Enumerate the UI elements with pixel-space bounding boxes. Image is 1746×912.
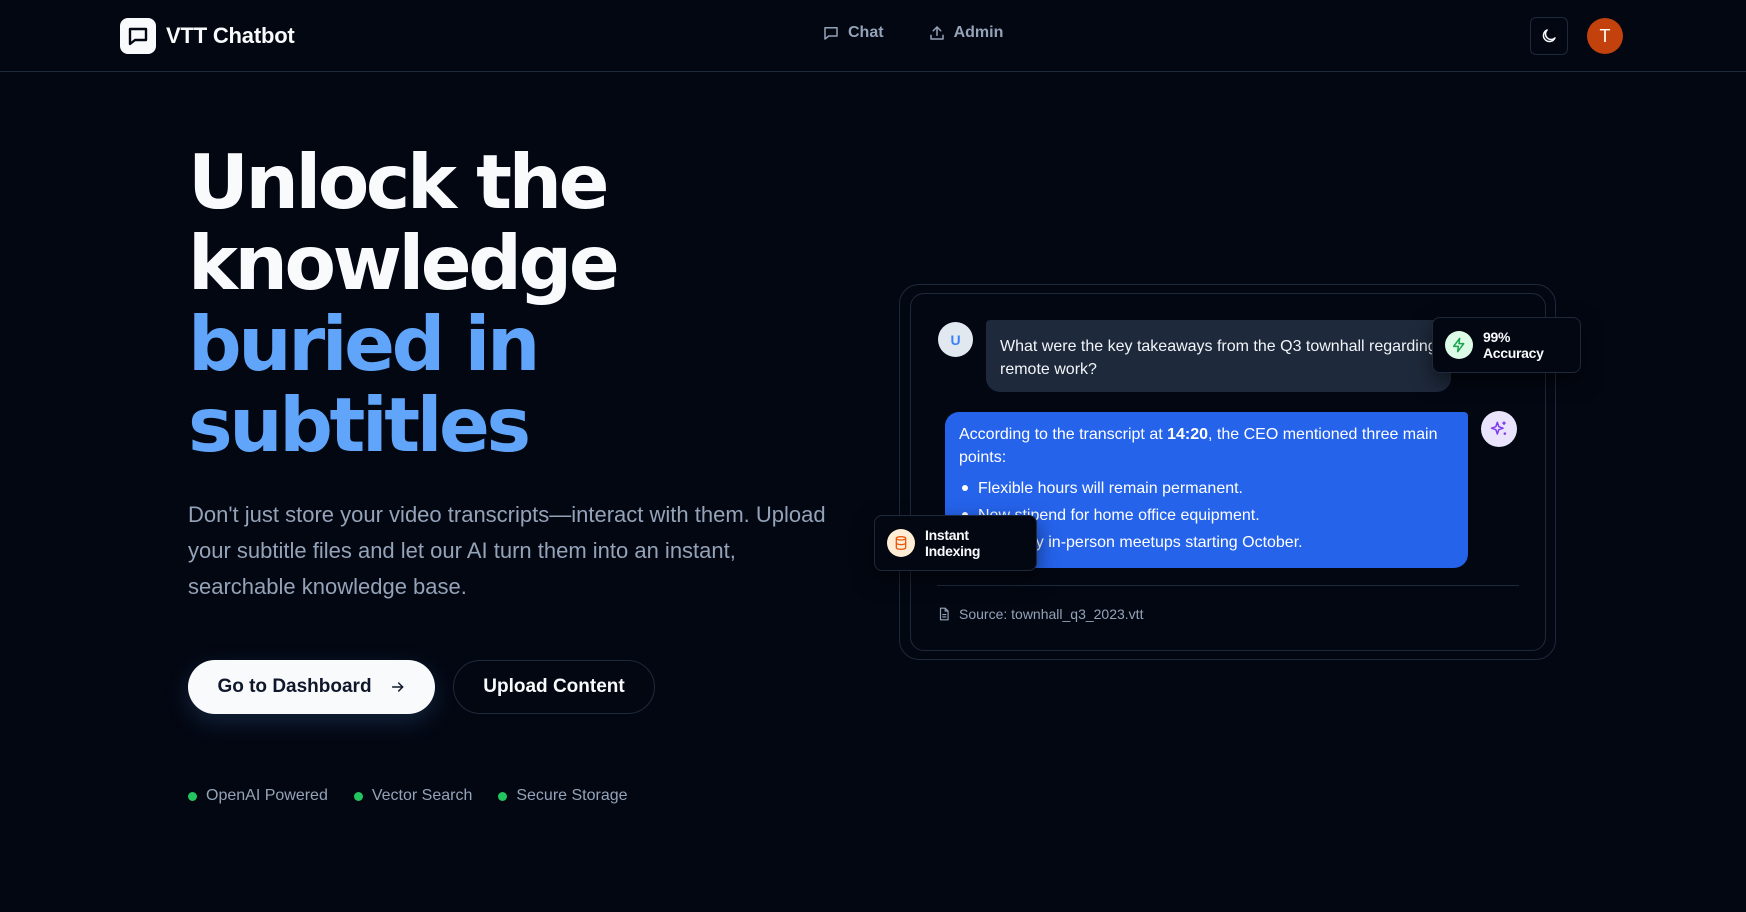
zap-icon [1445, 331, 1473, 359]
hero-title: Unlock the knowledge buried in subtitles [188, 142, 828, 466]
button-label: Go to Dashboard [217, 676, 372, 697]
hero-subtitle: Don't just store your video transcripts—… [188, 502, 826, 599]
hero-title-line: Unlock the [188, 138, 609, 226]
arrow-right-icon [390, 679, 406, 695]
brand[interactable]: VTT Chatbot [120, 18, 295, 54]
file-text-icon [937, 607, 951, 621]
database-icon [887, 529, 915, 557]
feature-item: Vector Search [353, 787, 473, 805]
nav-link-admin[interactable]: Admin [928, 24, 1004, 42]
timestamp: 14:20 [1167, 426, 1209, 443]
message-square-icon [120, 18, 156, 54]
upload-icon [928, 24, 946, 42]
accuracy-badge: 99% Accuracy [1432, 317, 1581, 373]
feature-label: OpenAI Powered [206, 787, 328, 804]
badge-label: Instant Indexing [925, 527, 981, 559]
status-dot [188, 791, 197, 801]
hero-title-line: knowledge [188, 219, 620, 307]
hero-title-highlight: subtitles [188, 381, 531, 469]
status-dot [498, 791, 508, 801]
feature-item: OpenAI Powered [188, 787, 328, 805]
hero-title-highlight: buried in [188, 300, 540, 388]
upload-content-button[interactable]: Upload Content [453, 660, 655, 714]
moon-icon [1540, 27, 1558, 45]
ai-message-intro: According to the transcript at 14:20, th… [959, 426, 1438, 466]
status-dot [353, 791, 363, 801]
list-item: Flexible hours will remain permanent. [962, 475, 1454, 502]
feature-label: Secure Storage [516, 787, 628, 804]
navbar: VTT Chatbot Chat Admin T [0, 0, 1746, 72]
go-to-dashboard-button[interactable]: Go to Dashboard [188, 660, 435, 714]
brand-name: VTT Chatbot [166, 23, 295, 48]
nav-link-chat[interactable]: Chat [822, 24, 884, 42]
sparkles-icon [1481, 411, 1517, 447]
message-square-icon [822, 24, 840, 42]
divider [937, 585, 1519, 586]
avatar[interactable]: T [1587, 18, 1623, 54]
source-label: Source: townhall_q3_2023.vtt [959, 606, 1144, 622]
indexing-badge: Instant Indexing [874, 515, 1037, 571]
nav-links: Chat Admin [822, 24, 1003, 42]
feature-label: Vector Search [371, 787, 473, 804]
feature-list: OpenAI Powered Vector Search Secure Stor… [188, 787, 628, 805]
nav-link-label: Admin [953, 24, 1004, 41]
theme-toggle-button[interactable] [1530, 17, 1568, 55]
badge-label: 99% Accuracy [1483, 329, 1544, 361]
user-avatar: U [938, 322, 973, 357]
source-citation: Source: townhall_q3_2023.vtt [937, 606, 1143, 622]
nav-link-label: Chat [848, 24, 884, 41]
user-message: What were the key takeaways from the Q3 … [986, 320, 1451, 392]
feature-item: Secure Storage [498, 787, 628, 805]
